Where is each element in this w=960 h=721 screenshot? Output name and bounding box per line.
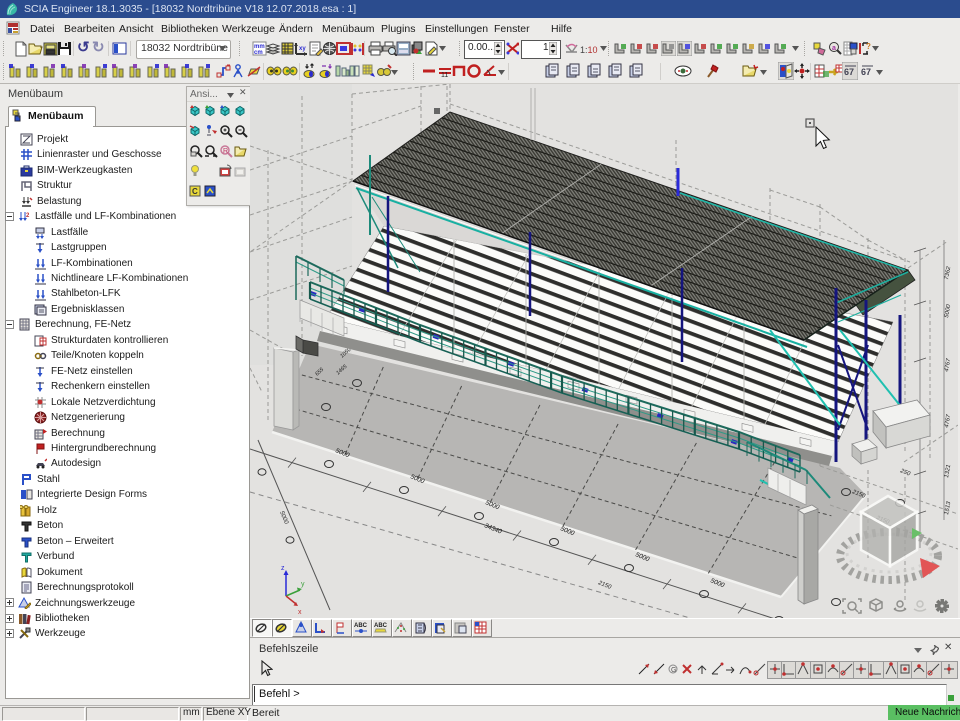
svg-text:C: C xyxy=(192,187,198,196)
svg-text:11: 11 xyxy=(441,72,448,79)
svg-text:ABC: ABC xyxy=(354,623,368,629)
svg-text:ABC: ABC xyxy=(374,623,388,629)
svg-text:z: z xyxy=(281,565,285,572)
svg-text:G: G xyxy=(671,667,676,674)
svg-text:a: a xyxy=(832,45,836,52)
svg-text:y: y xyxy=(301,581,305,588)
svg-text:1:10: 1:10 xyxy=(580,45,598,55)
svg-text:67: 67 xyxy=(844,67,854,77)
svg-text:cm: cm xyxy=(254,50,263,56)
svg-text:x: x xyxy=(298,609,302,616)
svg-text:xy: xy xyxy=(299,46,306,52)
svg-text:67: 67 xyxy=(861,67,871,77)
svg-text:2: 2 xyxy=(26,213,30,219)
svg-text:R: R xyxy=(223,148,228,155)
svg-text:?: ? xyxy=(866,42,871,51)
